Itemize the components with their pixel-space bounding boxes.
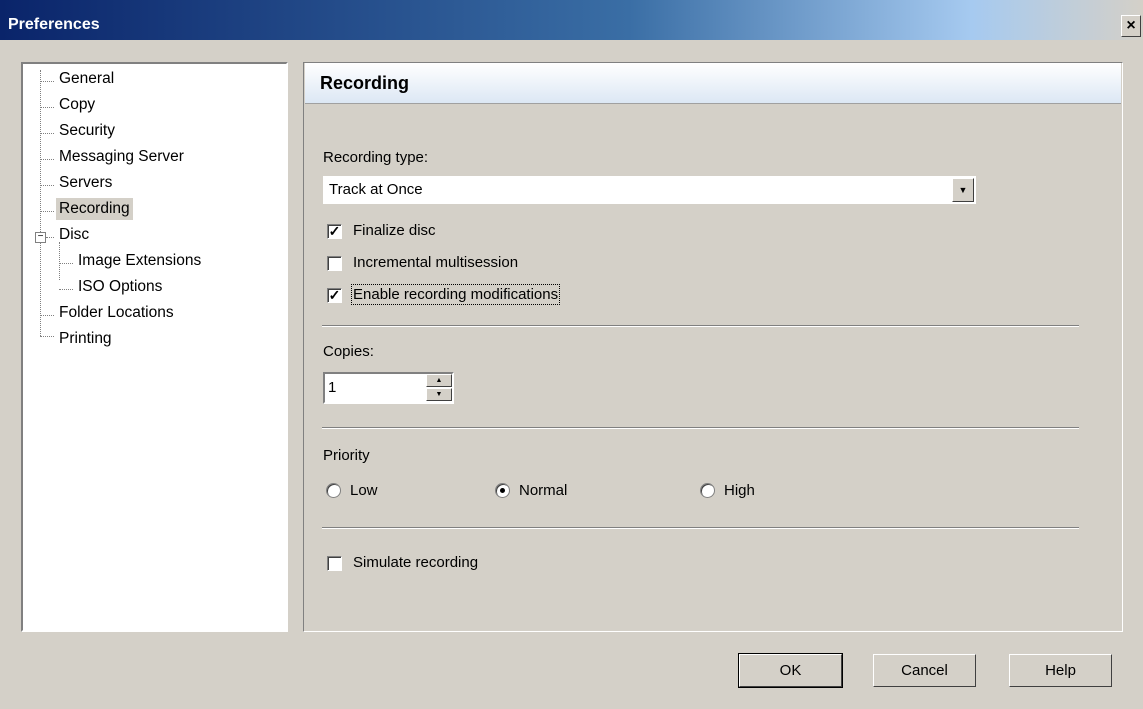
copies-stepper[interactable]: 1 ▲ ▼	[323, 372, 454, 404]
recording-type-select[interactable]: Track at Once ▼	[323, 176, 976, 204]
tree-item-recording[interactable]: Recording	[56, 198, 133, 220]
panel-title: Recording	[320, 73, 410, 93]
priority-high-radio[interactable]	[700, 483, 715, 498]
help-button[interactable]: Help	[1009, 654, 1112, 687]
tree-item-iso-options[interactable]: ISO Options	[75, 276, 165, 298]
tree-item-disc[interactable]: Disc	[56, 224, 92, 246]
enable-recording-modifications-checkbox[interactable]: ✓	[327, 288, 342, 303]
tree-item-folder-locations[interactable]: Folder Locations	[56, 302, 177, 324]
close-button[interactable]: ×	[1121, 15, 1141, 37]
tree-item-security[interactable]: Security	[56, 120, 118, 142]
finalize-disc-checkbox[interactable]: ✓	[327, 224, 342, 239]
priority-low-label[interactable]: Low	[350, 482, 378, 499]
divider	[322, 427, 1079, 429]
tree-item-messaging-server[interactable]: Messaging Server	[56, 146, 187, 168]
tree-item-servers[interactable]: Servers	[56, 172, 115, 194]
priority-normal-label[interactable]: Normal	[519, 482, 567, 499]
recording-type-value: Track at Once	[329, 181, 423, 198]
dropdown-arrow-icon[interactable]: ▼	[952, 178, 974, 202]
tree-connector	[59, 242, 60, 280]
tree-item-image-extensions[interactable]: Image Extensions	[75, 250, 204, 272]
incremental-multisession-checkbox[interactable]	[327, 256, 342, 271]
category-tree[interactable]: General Copy Security Messaging Server S…	[21, 62, 288, 632]
copies-label: Copies:	[323, 343, 374, 360]
collapse-icon[interactable]: −	[35, 232, 46, 243]
tree-item-general[interactable]: General	[56, 68, 117, 90]
title-bar: Preferences	[0, 0, 1143, 40]
finalize-disc-label[interactable]: Finalize disc	[353, 222, 436, 239]
window-title: Preferences	[8, 16, 100, 33]
close-icon: ×	[1126, 17, 1136, 34]
simulate-recording-label[interactable]: Simulate recording	[353, 554, 478, 571]
spin-down-icon[interactable]: ▼	[426, 388, 452, 401]
priority-high-label[interactable]: High	[724, 482, 755, 499]
incremental-multisession-label[interactable]: Incremental multisession	[353, 254, 518, 271]
priority-normal-radio[interactable]	[495, 483, 510, 498]
cancel-button[interactable]: Cancel	[873, 654, 976, 687]
ok-button[interactable]: OK	[738, 653, 843, 688]
enable-recording-modifications-label[interactable]: Enable recording modifications	[350, 284, 561, 305]
divider	[322, 527, 1079, 529]
tree-item-copy[interactable]: Copy	[56, 94, 98, 116]
copies-value[interactable]: 1	[328, 379, 336, 396]
divider	[322, 325, 1079, 327]
priority-low-radio[interactable]	[326, 483, 341, 498]
spin-up-icon[interactable]: ▲	[426, 374, 452, 387]
priority-label: Priority	[323, 447, 370, 464]
settings-panel	[303, 62, 1123, 632]
tree-connector	[40, 70, 41, 336]
simulate-recording-checkbox[interactable]	[327, 556, 342, 571]
panel-header: Recording	[305, 63, 1121, 104]
recording-type-label: Recording type:	[323, 149, 429, 166]
tree-item-printing[interactable]: Printing	[56, 328, 115, 350]
